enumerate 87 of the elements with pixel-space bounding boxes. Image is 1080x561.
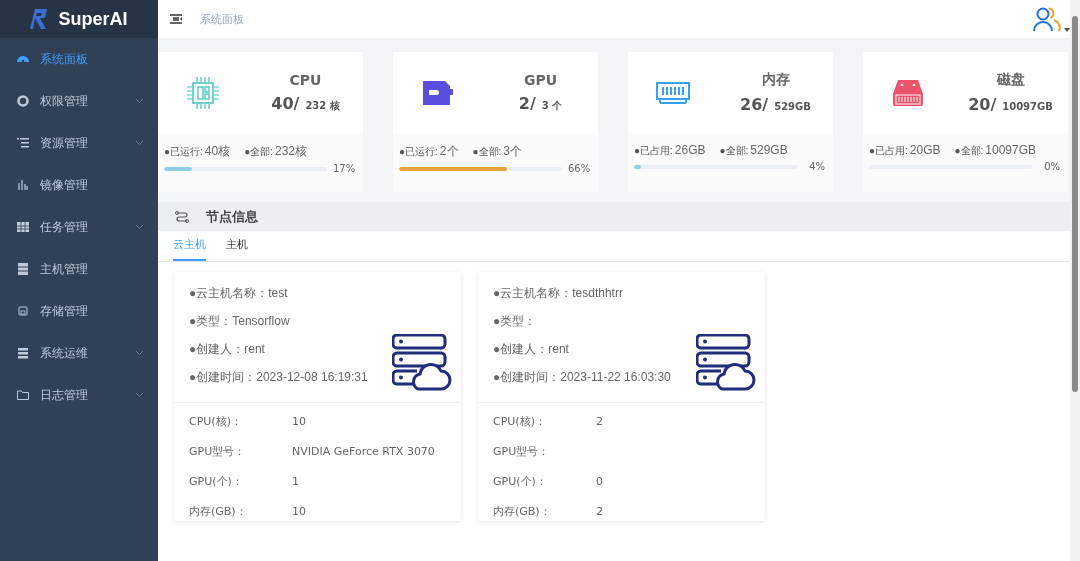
stat-total: 3 个	[541, 99, 563, 113]
spec-value: 2	[596, 504, 603, 520]
stat-total: 10097GB	[1002, 101, 1053, 112]
spec-label: 内存(GB)：	[493, 504, 552, 520]
percent-label: 17%	[333, 163, 355, 174]
section-title: 节点信息	[206, 207, 258, 226]
save-icon	[16, 304, 30, 318]
node-info: ●云主机名称：test	[189, 285, 289, 302]
stat-title: 内存	[761, 71, 790, 89]
spec-value: 10	[292, 414, 306, 430]
scrollbar-thumb[interactable]	[1072, 16, 1078, 392]
brand-name: SuperAI	[58, 8, 128, 30]
stat-value: 232核	[275, 143, 308, 160]
stat-value: 2个	[439, 143, 459, 160]
menu-icon[interactable]	[170, 14, 182, 24]
stat-value: 529GB	[750, 143, 788, 157]
card-icon	[422, 78, 454, 107]
spec-label: GPU(个)：	[189, 474, 244, 490]
stat-used: 40/	[271, 94, 300, 113]
stat-used: 2/	[518, 94, 536, 113]
drive-icon	[891, 78, 925, 107]
stat-label: ●全部:	[719, 144, 749, 158]
users-icon[interactable]	[1032, 6, 1062, 32]
spec-label: GPU型号：	[189, 444, 247, 460]
server-cloud-icon	[392, 334, 454, 392]
stat-label: ●已运行:	[164, 145, 203, 159]
ring-icon	[16, 94, 30, 108]
stat-label: ●已占用:	[634, 144, 673, 158]
node-info: ●创建人：rent	[189, 341, 266, 358]
sidebar-item[interactable]: 主机管理	[0, 248, 158, 290]
tab[interactable]: 主机	[226, 237, 248, 261]
chip-icon	[186, 75, 220, 110]
stat-title: 磁盘	[996, 71, 1025, 89]
stat-value: 26GB	[674, 143, 706, 157]
sidebar-item[interactable]: 任务管理	[0, 206, 158, 248]
node-info: ●创建时间：2023-12-08 16:19:31	[189, 369, 369, 386]
stat-total: 232 核	[305, 99, 340, 113]
folder-icon	[16, 388, 30, 402]
list-icon	[16, 136, 30, 150]
sidebar-item[interactable]: 系统运维	[0, 332, 158, 374]
memory-icon	[656, 80, 690, 105]
spec-label: 内存(GB)：	[189, 504, 248, 520]
spec-value: 0	[596, 474, 603, 490]
percent-label: 0%	[1043, 161, 1060, 172]
grid-icon	[16, 220, 30, 234]
node-info: ●创建人：rent	[493, 341, 570, 358]
stat-value: 20GB	[909, 143, 941, 157]
node-info: ●创建时间：2023-11-22 16:03:30	[493, 369, 672, 386]
spec-value: NVIDIA GeForce RTX 3070	[292, 444, 435, 460]
stat-label: ●全部:	[472, 145, 502, 159]
server-icon	[16, 262, 30, 276]
spec-value: 1	[292, 474, 299, 490]
stat-total: 529GB	[774, 101, 811, 112]
caret-icon	[1064, 28, 1070, 32]
stat-used: 26/	[740, 95, 769, 114]
spec-label: GPU型号：	[493, 444, 551, 460]
stat-title: CPU	[289, 72, 322, 88]
sidebar-item[interactable]: 存储管理	[0, 290, 158, 332]
node-info: ●类型：Tensorflow	[189, 313, 291, 330]
spec-label: CPU(核)：	[493, 414, 547, 430]
stat-title: GPU	[523, 72, 558, 88]
node-info: ●类型：	[493, 313, 538, 330]
server-cloud-icon	[696, 334, 758, 392]
stat-label: ●已占用:	[869, 144, 908, 158]
scrollbar[interactable]	[1070, 0, 1080, 561]
stat-value: 10097GB	[985, 143, 1037, 157]
node-info: ●云主机名称：tesdthhtrr	[493, 285, 624, 302]
sidebar-item[interactable]: 权限管理	[0, 80, 158, 122]
sidebar-item[interactable]: 日志管理	[0, 374, 158, 416]
link-icon	[174, 209, 190, 224]
sidebar-item[interactable]: 镜像管理	[0, 164, 158, 206]
spec-value: 10	[292, 504, 306, 520]
stat-label: ●全部:	[954, 144, 984, 158]
percent-label: 4%	[808, 161, 825, 172]
sidebar-item[interactable]: 系统面板	[0, 38, 158, 80]
stat-value: 3个	[503, 143, 523, 160]
spec-label: CPU(核)：	[189, 414, 243, 430]
stat-used: 20/	[968, 95, 997, 114]
spec-label: GPU(个)：	[493, 474, 548, 490]
bars-icon	[16, 178, 30, 192]
spec-value: 2	[596, 414, 603, 430]
stat-label: ●全部:	[244, 145, 273, 159]
stat-value: 40核	[204, 143, 231, 160]
stat-label: ●已运行:	[399, 145, 438, 159]
sidebar-item[interactable]: 资源管理	[0, 122, 158, 164]
stack-icon	[16, 346, 30, 360]
percent-label: 66%	[568, 163, 590, 174]
